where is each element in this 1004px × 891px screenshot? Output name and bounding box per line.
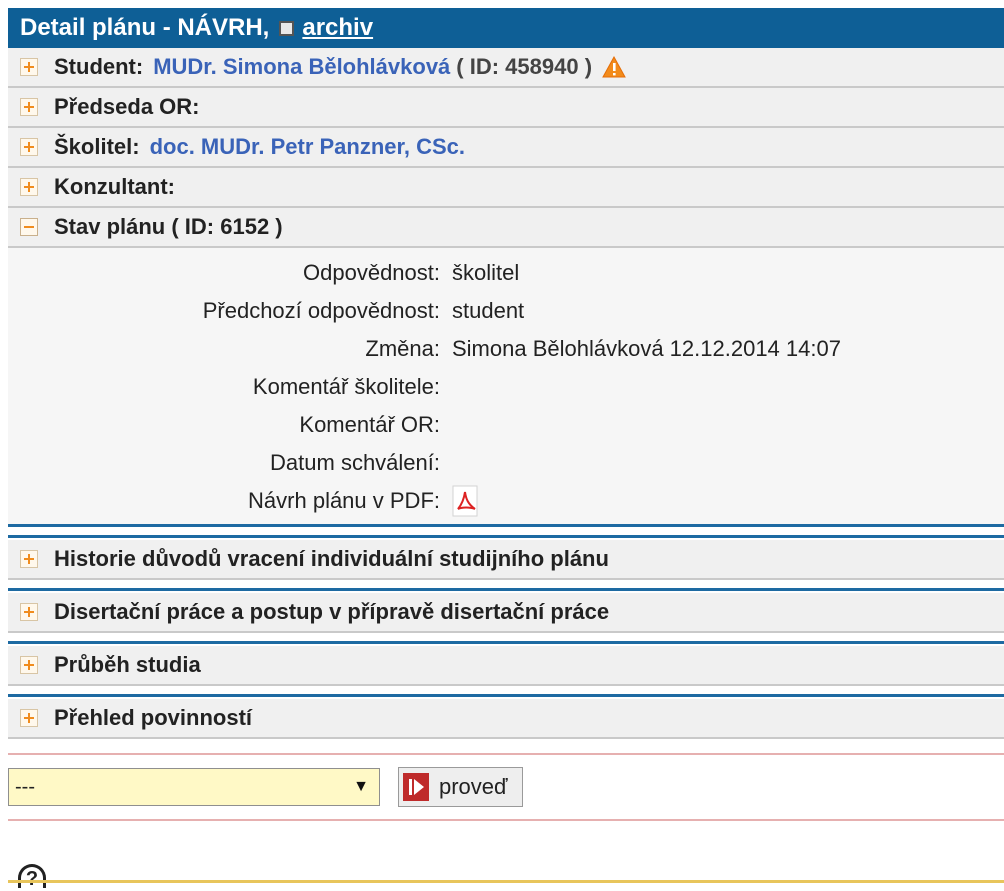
disertace-label: Disertační práce a postup v přípravě dis…	[54, 599, 610, 624]
section-stav[interactable]: Stav plánu ( ID: 6152 )	[8, 208, 1004, 248]
detail-value: student	[452, 298, 525, 323]
run-button-label: proveď	[439, 774, 508, 799]
historie-label: Historie důvodů vracení individuální stu…	[54, 546, 609, 571]
section-disertace[interactable]: Disertační práce a postup v přípravě dis…	[8, 593, 1004, 633]
pdf-icon[interactable]	[452, 485, 480, 517]
panel-header: Detail plánu - NÁVRH, archiv	[8, 8, 1004, 48]
plus-icon[interactable]	[20, 98, 38, 116]
skolitel-name-link[interactable]: doc. MUDr. Petr Panzner, CSc.	[150, 134, 465, 160]
plus-icon[interactable]	[20, 138, 38, 156]
detail-value: Simona Bělohlávková 12.12.2014 14:07	[452, 336, 841, 361]
section-prubeh-wrap: Průběh studia	[8, 641, 1004, 686]
section-konzultant[interactable]: Konzultant:	[8, 168, 1004, 208]
detail-row-zmena: Změna: Simona Bělohlávková 12.12.2014 14…	[8, 330, 1004, 368]
separator	[8, 588, 1004, 591]
detail-label: Změna:	[365, 336, 440, 361]
section-prubeh[interactable]: Průběh studia	[8, 646, 1004, 686]
dropdown-arrow-icon[interactable]: ▼	[353, 778, 369, 796]
section-student[interactable]: Student: MUDr. Simona Bělohlávková ( ID:…	[8, 48, 1004, 88]
checkbox-icon	[279, 20, 295, 36]
plan-detail-panel: Detail plánu - NÁVRH, archiv Student: MU…	[8, 0, 1004, 821]
plus-icon[interactable]	[20, 603, 38, 621]
action-select[interactable]: --- ▼	[8, 768, 380, 806]
plus-icon[interactable]	[20, 709, 38, 727]
student-name-link[interactable]: MUDr. Simona Bělohlávková	[153, 54, 450, 80]
detail-label: Odpovědnost:	[303, 260, 440, 285]
detail-label: Datum schválení:	[270, 450, 440, 475]
prubeh-label: Průběh studia	[54, 652, 201, 677]
detail-label: Předchozí odpovědnost:	[202, 298, 440, 323]
plus-icon[interactable]	[20, 656, 38, 674]
detail-label: Komentář školitele:	[252, 374, 440, 399]
section-prehled-wrap: Přehled povinností	[8, 694, 1004, 739]
skolitel-label: Školitel:	[54, 134, 140, 159]
prehled-label: Přehled povinností	[54, 705, 253, 730]
detail-label: Komentář OR:	[299, 412, 440, 437]
help-icon[interactable]: ?	[18, 864, 46, 890]
section-predseda[interactable]: Předseda OR:	[8, 88, 1004, 128]
plus-icon[interactable]	[20, 550, 38, 568]
section-disertace-wrap: Disertační práce a postup v přípravě dis…	[8, 588, 1004, 633]
detail-label: Návrh plánu v PDF:	[248, 488, 440, 513]
action-bar: --- ▼ proveď	[8, 753, 1004, 821]
section-prehled[interactable]: Přehled povinností	[8, 699, 1004, 739]
student-id: ( ID: 458940 )	[456, 54, 593, 79]
action-select-value: ---	[15, 775, 35, 798]
plus-icon[interactable]	[20, 178, 38, 196]
detail-row-komentar-skolitele: Komentář školitele:	[8, 368, 1004, 406]
detail-value: školitel	[452, 260, 520, 285]
archive-link[interactable]: archiv	[302, 8, 373, 48]
student-label: Student:	[54, 54, 144, 79]
stav-details: Odpovědnost: školitel Předchozí odpovědn…	[8, 248, 1004, 527]
detail-row-odpovednost: Odpovědnost: školitel	[8, 254, 1004, 292]
detail-row-pdf: Návrh plánu v PDF:	[8, 482, 1004, 520]
run-button[interactable]: proveď	[398, 767, 523, 807]
detail-row-komentar-or: Komentář OR:	[8, 406, 1004, 444]
play-icon	[403, 773, 429, 801]
konzultant-label: Konzultant:	[54, 174, 175, 199]
detail-row-datum-schvaleni: Datum schválení:	[8, 444, 1004, 482]
separator	[8, 535, 1004, 538]
detail-row-predchozi: Předchozí odpovědnost: student	[8, 292, 1004, 330]
minus-icon[interactable]	[20, 218, 38, 236]
stav-label: Stav plánu ( ID: 6152 )	[54, 214, 283, 239]
separator	[8, 694, 1004, 697]
plus-icon[interactable]	[20, 58, 38, 76]
predseda-label: Předseda OR:	[54, 94, 200, 119]
warning-icon	[602, 55, 626, 78]
separator	[8, 641, 1004, 644]
panel-title: Detail plánu - NÁVRH,	[20, 14, 270, 41]
section-skolitel[interactable]: Školitel: doc. MUDr. Petr Panzner, CSc.	[8, 128, 1004, 168]
section-historie-wrap: Historie důvodů vracení individuální stu…	[8, 535, 1004, 580]
section-historie[interactable]: Historie důvodů vracení individuální stu…	[8, 540, 1004, 580]
